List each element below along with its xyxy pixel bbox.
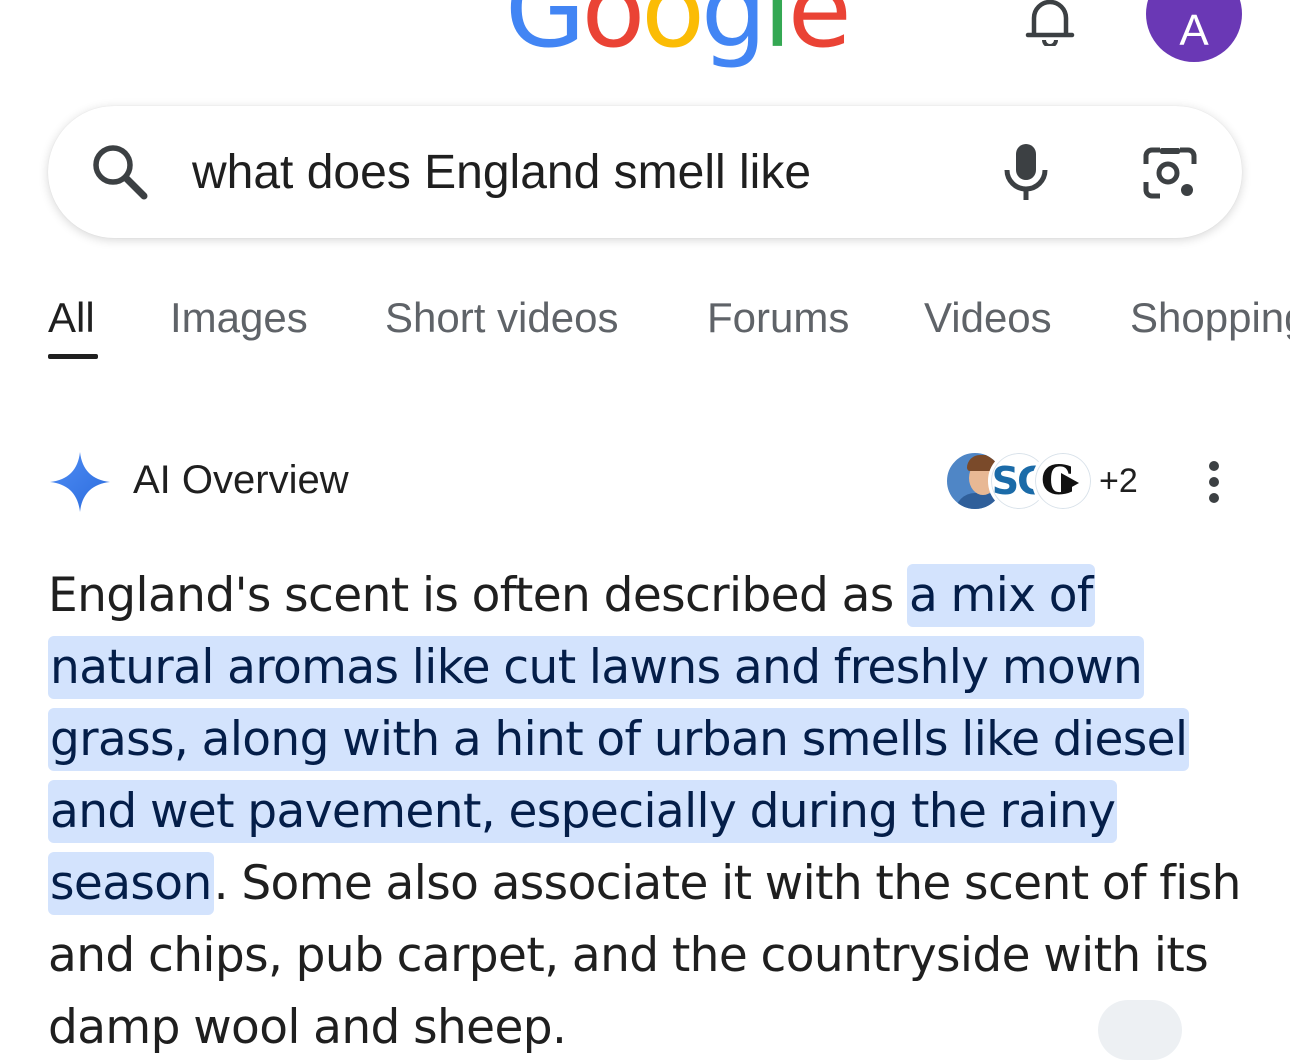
sparkle-icon [50,452,110,512]
overview-lead: England's scent is often described as [48,568,907,623]
lens-camera-icon[interactable] [1140,146,1200,202]
google-logo[interactable]: Google [505,0,852,62]
search-icon[interactable] [88,140,150,202]
citation-link-chip[interactable] [1098,1000,1182,1060]
tab-short-videos[interactable]: Short videos [385,294,618,342]
logo-letter: g [700,0,767,71]
tab-shopping[interactable]: Shopping [1130,294,1290,342]
logo-letter: o [581,0,646,71]
tab-videos[interactable]: Videos [924,294,1052,342]
logo-letter: G [505,0,586,71]
tab-all[interactable]: All [48,294,95,342]
active-tab-indicator [48,354,98,359]
avatar-initial: A [1179,6,1209,55]
tab-forums[interactable]: Forums [707,294,849,342]
logo-letter: l [762,0,792,71]
notifications-bell-icon[interactable] [1022,0,1078,48]
search-input[interactable] [192,138,952,206]
more-vert-icon[interactable] [1202,460,1226,504]
account-avatar[interactable]: A [1146,0,1242,62]
source-g-logo[interactable]: G [1032,450,1094,512]
logo-letter: o [641,0,705,71]
search-tabs: All Images Short videos Forums Videos Sh… [0,290,1290,370]
tab-images[interactable]: Images [170,294,308,342]
source-icons[interactable]: SG G [944,450,1094,512]
mic-icon[interactable] [1002,142,1050,204]
ai-overview-text: England's scent is often described as a … [48,560,1248,1064]
source-count-extra[interactable]: +2 [1099,460,1138,502]
ai-overview-title: AI Overview [133,458,349,502]
logo-letter: e [787,0,852,71]
overview-tail: . Some also associate it with the scent … [48,856,1241,1055]
